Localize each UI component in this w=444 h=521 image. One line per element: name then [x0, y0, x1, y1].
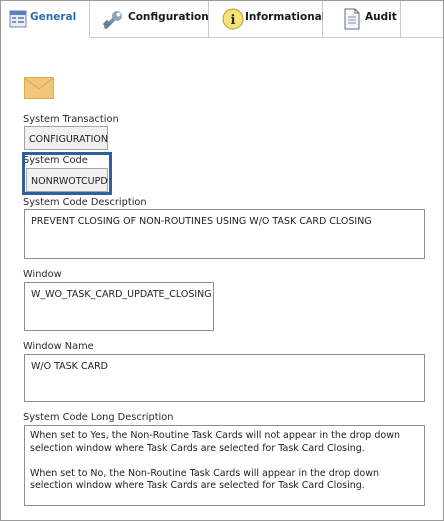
- system-code-description-label: System Code Description: [23, 197, 147, 208]
- tab-audit[interactable]: Audit: [323, 1, 401, 37]
- tab-bar: General Configuration i Informational Au…: [1, 1, 443, 38]
- window-frame: General Configuration i Informational Au…: [0, 0, 444, 521]
- system-code-description-field[interactable]: PREVENT CLOSING OF NON-ROUTINES USING W/…: [24, 209, 425, 259]
- tab-label: Informational: [245, 11, 326, 23]
- document-icon: [343, 8, 361, 33]
- long-description-field[interactable]: When set to Yes, the Non-Routine Task Ca…: [24, 425, 425, 506]
- svg-text:i: i: [231, 13, 236, 28]
- window-name-label: Window Name: [23, 341, 94, 352]
- tab-configuration[interactable]: Configuration: [90, 1, 209, 37]
- tab-general[interactable]: General: [1, 1, 90, 38]
- system-transaction-label: System Transaction: [23, 114, 119, 125]
- system-transaction-field[interactable]: CONFIGURATION: [24, 126, 108, 150]
- window-field[interactable]: W_WO_TASK_CARD_UPDATE_CLOSING: [24, 282, 214, 331]
- grid-icon: [9, 10, 27, 31]
- info-icon: i: [222, 8, 244, 33]
- long-description-label: System Code Long Description: [23, 412, 174, 423]
- tab-label: Configuration: [128, 11, 209, 23]
- wrench-icon: [102, 8, 125, 33]
- tab-informational[interactable]: i Informational: [209, 1, 326, 37]
- window-name-field[interactable]: W/O TASK CARD: [24, 354, 425, 402]
- system-code-highlight: [22, 152, 112, 195]
- envelope-icon: [24, 77, 54, 102]
- tab-label: Audit: [365, 11, 397, 23]
- window-label: Window: [23, 269, 62, 280]
- tab-label: General: [30, 11, 77, 23]
